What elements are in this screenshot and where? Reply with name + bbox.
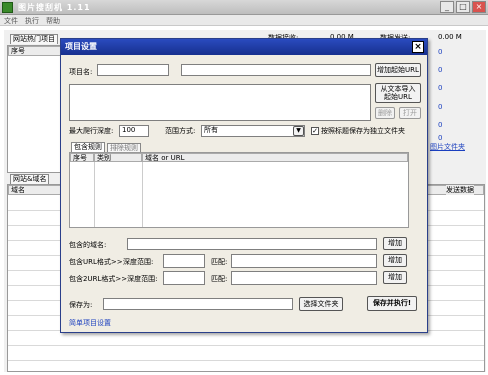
include-url-label: 包含URL格式>> <box>69 258 123 266</box>
window-title: 图片搜刮机 1.11 <box>18 3 91 12</box>
max-depth-label: 最大爬行深度: <box>69 127 114 135</box>
save-and-execute-button[interactable]: 保存并执行! <box>367 296 417 311</box>
scope-select[interactable]: 所有 <box>201 125 305 137</box>
save-as-input[interactable] <box>103 298 293 310</box>
add-url2-rule-button[interactable]: 增加 <box>383 271 407 284</box>
include-url2-label: 包含2URL格式>>深度范围: <box>69 275 158 283</box>
start-url-list[interactable] <box>69 84 371 121</box>
project-name-label: 项目名: <box>69 68 93 76</box>
col-rule-serial: 序号 <box>70 153 94 162</box>
add-domain-button[interactable]: 增加 <box>383 237 407 250</box>
dialog-title: 项目设置 <box>61 39 427 55</box>
max-depth-input[interactable]: 100 <box>119 125 149 137</box>
simple-settings-link[interactable]: 简单项目设置 <box>69 319 111 328</box>
menu-execute[interactable]: 执行 <box>25 16 39 26</box>
app-icon <box>2 2 13 13</box>
stat-value: 0 <box>438 84 443 92</box>
dialog-close-button[interactable]: × <box>412 41 424 53</box>
row-line <box>8 345 484 346</box>
minimize-button[interactable]: _ <box>440 1 454 13</box>
close-window-button[interactable]: × <box>472 1 486 13</box>
include-domain-label: 包含的域名: <box>69 241 107 249</box>
delete-button[interactable]: 删除 <box>375 107 395 119</box>
col-divider <box>94 162 95 227</box>
add-url-rule-button[interactable]: 增加 <box>383 254 407 267</box>
stat-value: 0 <box>438 121 443 129</box>
project-settings-dialog: 项目设置 × 项目名: 增加起始URL 从文本导入起始URL 删除 打开 最大爬… <box>60 38 428 333</box>
save-by-title-label: 按照标题保存为独立文件夹 <box>321 127 405 135</box>
menu-bar <box>0 15 488 26</box>
depth-range-label: 深度范围: <box>123 258 154 266</box>
include-domain-input[interactable] <box>127 238 377 250</box>
stat-value: 0 <box>438 103 443 111</box>
chevron-down-icon[interactable]: ▼ <box>293 126 304 136</box>
col-send-data: 发送数据 <box>446 185 474 195</box>
col-domain: 域名 <box>11 186 25 194</box>
stat-value: 0 <box>438 134 443 142</box>
col-divider <box>142 162 143 227</box>
col-rule-domain-url: 域名 or URL <box>142 153 408 162</box>
choose-folder-button[interactable]: 选择文件夹 <box>299 297 343 311</box>
col-rule-type: 类别 <box>94 153 142 162</box>
start-url-input[interactable] <box>181 64 371 76</box>
tab-hot-projects[interactable]: 网站热门项目 <box>10 34 58 44</box>
save-as-label: 保存为: <box>69 301 93 309</box>
stat-value: 0 <box>438 48 443 56</box>
scope-label: 范围方式: <box>165 127 196 135</box>
tab-site-domain[interactable]: 网站&域名 <box>10 174 50 184</box>
project-name-input[interactable] <box>97 64 169 76</box>
match-label: 匹配: <box>211 258 228 266</box>
open-button[interactable]: 打开 <box>399 107 421 119</box>
col-serial: 序号 <box>11 47 25 55</box>
match2-label: 匹配: <box>211 275 228 283</box>
import-from-text-button[interactable]: 从文本导入起始URL <box>375 83 421 103</box>
depth-range-input[interactable] <box>163 254 205 268</box>
stat-value: 0 <box>438 66 443 74</box>
depth-range2-input[interactable] <box>163 271 205 285</box>
menu-file[interactable]: 文件 <box>4 16 18 26</box>
add-start-url-button[interactable]: 增加起始URL <box>375 63 421 77</box>
maximize-button[interactable]: □ <box>456 1 470 13</box>
match2-input[interactable] <box>231 271 377 285</box>
save-by-title-checkbox[interactable]: ✓ <box>311 127 319 135</box>
match-input[interactable] <box>231 254 377 268</box>
row-line <box>8 360 484 361</box>
image-folder-link[interactable]: 图片文件夹 <box>430 142 465 152</box>
rules-list[interactable] <box>69 152 409 228</box>
menu-help[interactable]: 帮助 <box>46 16 60 26</box>
tab-include-rules[interactable]: 包含规则 <box>71 142 105 152</box>
stat-send-value: 0.00 M <box>438 33 462 41</box>
